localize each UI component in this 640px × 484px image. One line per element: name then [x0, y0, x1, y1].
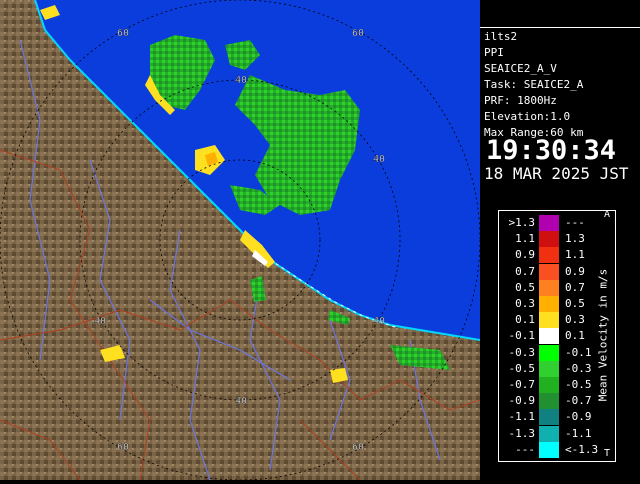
legend-swatch [539, 441, 559, 458]
legend-swatch [539, 377, 559, 393]
legend-lower-bound: 0.9 [515, 248, 535, 262]
radar-name: ilts2 [484, 30, 518, 43]
prf-value: PRF: 1800Hz [484, 94, 557, 107]
legend-title: Mean Velocity in m/s [596, 268, 610, 402]
legend-swatch [539, 296, 559, 312]
legend-swatch [539, 328, 559, 345]
legend-bottom-mark: T [604, 448, 611, 459]
legend-lower-bound: 0.3 [515, 297, 535, 310]
legend-swatch [539, 215, 559, 231]
legend-lower-bound: -0.7 [508, 378, 536, 391]
radar-ppi-map[interactable]: 60 60 60 40 40 40 40 40 60 [0, 0, 481, 481]
legend-swatch [539, 263, 559, 280]
range-label: 60 [117, 442, 129, 453]
range-label: 40 [235, 75, 247, 86]
legend-swatch [539, 409, 559, 426]
legend-swatch [539, 393, 559, 410]
elevation-value: Elevation:1.0 [484, 110, 571, 123]
radar-map-svg: 60 60 60 40 40 40 40 40 60 [0, 0, 481, 481]
legend-lower-bound: --- [515, 442, 535, 456]
range-label: 60 [352, 28, 364, 39]
range-label: 40 [373, 154, 385, 165]
legend-swatch [539, 247, 559, 264]
legend-lower-bound: -0.3 [508, 345, 536, 359]
scan-type: PPI [484, 46, 504, 59]
range-label: 60 [352, 442, 364, 453]
range-label: 40 [94, 316, 106, 327]
legend-lower-bound: -1.1 [508, 410, 536, 424]
legend-swatch [539, 312, 559, 329]
legend-lower-bound: >1.3 [508, 216, 536, 229]
legend-swatch [539, 344, 559, 361]
legend-lower-bound: -1.3 [508, 426, 536, 440]
range-label: 60 [117, 28, 129, 39]
legend-lower-bound: 1.1 [515, 232, 535, 246]
scan-time: 19:30:34 [486, 135, 617, 166]
legend-top-mark: A [604, 209, 611, 220]
legend-lower-bound: -0.5 [508, 361, 536, 375]
legend-lower-bound: 0.1 [515, 313, 535, 327]
legend-lower-bound: -0.9 [508, 394, 536, 408]
legend-swatch [539, 425, 559, 442]
legend-swatch [539, 279, 559, 296]
task-short: SEAICE2_A_V [484, 62, 557, 75]
range-label: 40 [373, 316, 385, 327]
task-name: Task: SEAICE2_A [484, 78, 584, 91]
legend-lower-bound: 0.5 [515, 280, 535, 294]
scan-date: 18 MAR 2025 JST [484, 164, 629, 183]
legend-lower-bound: 0.7 [515, 264, 535, 278]
legend-swatch [539, 231, 559, 248]
legend-swatch [539, 360, 559, 377]
legend-lower-bound: -0.1 [508, 329, 536, 343]
range-label: 40 [235, 396, 247, 407]
product-info-panel: ilts2 PPI SEAICE2_A_V Task: SEAICE2_A PR… [480, 27, 640, 188]
